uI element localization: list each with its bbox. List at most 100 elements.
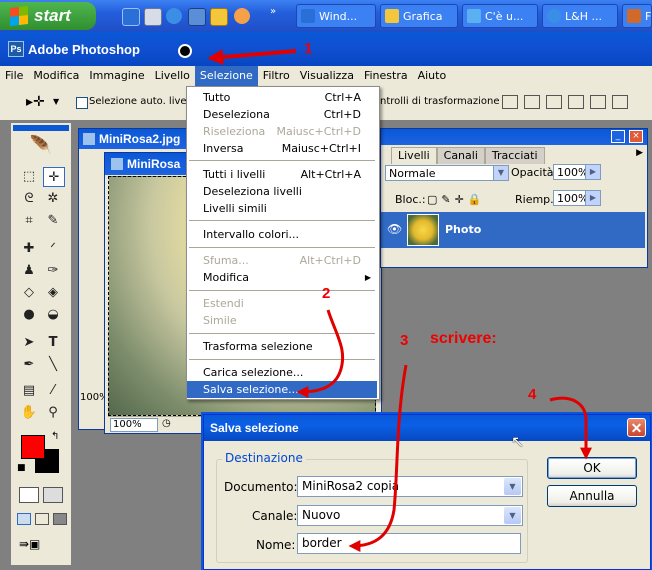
document-2-zoom[interactable]: 100% — [110, 418, 158, 432]
tool-preset-dropdown-icon[interactable]: ▼ — [53, 97, 59, 106]
align-left-icon[interactable] — [568, 95, 584, 109]
chevron-down-icon: ▼ — [493, 166, 508, 180]
paint-bucket-icon[interactable]: ◈ — [43, 283, 63, 301]
imageready-jump-icon[interactable]: ⇛▣ — [19, 537, 63, 553]
panel-menu-icon[interactable]: ▶ — [636, 148, 643, 158]
screen-mode-2-icon[interactable] — [35, 513, 49, 525]
auto-select-checkbox[interactable] — [76, 97, 88, 109]
menu-livello[interactable]: Livello — [150, 66, 195, 86]
align-bottom-icon[interactable] — [546, 95, 562, 109]
type-tool-icon[interactable]: T — [43, 333, 63, 351]
hand-tool-icon[interactable]: ✋ — [19, 403, 39, 421]
task-button-1[interactable]: Wind... — [296, 4, 376, 28]
swap-colors-icon[interactable]: ↰ — [51, 431, 59, 442]
menu-item-trasforma-selezione[interactable]: Trasforma selezione — [187, 338, 377, 355]
menu-item-deseleziona-livelli[interactable]: Deseleziona livelli — [187, 183, 377, 200]
task-button-4[interactable]: L&H ... — [542, 4, 618, 28]
show-desktop-icon[interactable] — [122, 8, 140, 26]
healing-brush-icon[interactable]: ✚ — [19, 239, 39, 257]
notes-tool-icon[interactable]: ▤ — [19, 381, 39, 399]
opacity-field[interactable]: 100% ▶ — [553, 164, 601, 180]
pen-tool-icon[interactable]: ✒ — [19, 355, 39, 373]
align-top-icon[interactable] — [502, 95, 518, 109]
folder-icon[interactable] — [210, 8, 228, 26]
menu-item-deseleziona[interactable]: Deseleziona Ctrl+D — [187, 106, 377, 123]
screen-mode-3-icon[interactable] — [53, 513, 67, 525]
magic-wand-tool-icon[interactable]: ✲ — [43, 189, 63, 207]
menu-item-livelli-simili[interactable]: Livelli simili — [187, 200, 377, 217]
document-icon[interactable] — [144, 8, 162, 26]
foreground-color-swatch[interactable] — [21, 435, 45, 459]
document-label: Documento: — [224, 480, 298, 494]
close-icon[interactable]: × — [629, 130, 643, 143]
fill-field[interactable]: 100% ▶ — [553, 190, 601, 206]
brush-tool-icon[interactable]: ᐟ — [43, 239, 63, 257]
eraser-tool-icon[interactable]: ◇ — [19, 283, 39, 301]
menu-aiuto[interactable]: Aiuto — [413, 66, 452, 86]
menu-immagine[interactable]: Immagine — [84, 66, 149, 86]
path-selection-icon[interactable]: ➤ — [19, 333, 39, 351]
annotation-step-1: 1 — [304, 40, 313, 57]
internet-explorer-icon[interactable] — [166, 8, 182, 24]
document-select[interactable]: MiniRosa2 copia ▼ — [297, 476, 523, 497]
name-input[interactable]: border — [297, 533, 521, 554]
menu-modifica[interactable]: Modifica — [28, 66, 84, 86]
menu-item-tutti-i-livelli[interactable]: Tutti i livelli Alt+Ctrl+A — [187, 166, 377, 183]
align-middle-icon[interactable] — [524, 95, 540, 109]
task-button-3[interactable]: C'è u... — [462, 4, 538, 28]
close-icon[interactable]: ✕ — [627, 418, 646, 437]
mouse-pointer-icon: ↖ — [511, 432, 525, 451]
task-button-2[interactable]: Grafica — [380, 4, 458, 28]
tab-tracciati[interactable]: Tracciati — [484, 147, 545, 164]
default-colors-icon[interactable]: ■ — [17, 463, 26, 473]
messenger-icon[interactable] — [234, 8, 250, 24]
chevron-icon[interactable]: » — [270, 6, 280, 26]
menu-visualizza[interactable]: Visualizza — [295, 66, 359, 86]
menu-selezione[interactable]: Selezione — [194, 66, 258, 86]
menu-item-inversa[interactable]: Inversa Maiusc+Ctrl+I — [187, 140, 377, 157]
standard-mode-icon[interactable] — [19, 487, 39, 503]
align-right-icon[interactable] — [612, 95, 628, 109]
crop-tool-icon[interactable]: ⌗ — [19, 211, 39, 229]
eye-icon[interactable]: 👁 — [387, 222, 402, 236]
lock-icons[interactable]: ▢✎✛🔒 — [427, 193, 487, 206]
move-tool-icon[interactable]: ✛ — [43, 167, 65, 187]
tab-livelli[interactable]: Livelli — [391, 147, 437, 164]
history-brush-icon[interactable]: ✑ — [43, 261, 63, 279]
slice-tool-icon[interactable]: ✎ — [43, 211, 63, 229]
layer-row-photo[interactable]: 👁 Photo — [381, 212, 645, 248]
name-label: Nome: — [256, 538, 296, 552]
task-button-5[interactable]: F — [622, 4, 652, 28]
menu-item-tutto[interactable]: Tutto Ctrl+A — [187, 89, 377, 106]
quick-mask-icon[interactable] — [43, 487, 63, 503]
start-button[interactable]: start — [0, 2, 96, 30]
fill-label: Riemp.: — [515, 193, 558, 206]
menu-item-salva-selezione[interactable]: Salva selezione... — [187, 381, 377, 398]
media-icon[interactable] — [188, 8, 206, 26]
menu-file[interactable]: File — [0, 66, 28, 86]
ok-button[interactable]: OK — [547, 457, 637, 479]
screen-mode-1-icon[interactable] — [17, 513, 31, 525]
dodge-tool-icon[interactable]: ◒ — [43, 305, 63, 323]
status-menu-icon[interactable]: ◷ — [162, 418, 174, 430]
tab-canali[interactable]: Canali — [436, 147, 485, 164]
menu-item-modifica[interactable]: Modifica ▶ — [187, 269, 377, 286]
eyedropper-icon[interactable]: ⁄ — [43, 381, 63, 399]
menu-item-carica-selezione[interactable]: Carica selezione... — [187, 364, 377, 381]
blur-tool-icon[interactable]: ● — [19, 305, 39, 323]
clone-stamp-icon[interactable]: ♟ — [19, 261, 39, 279]
align-center-icon[interactable] — [590, 95, 606, 109]
marquee-tool-icon[interactable]: ⬚ — [19, 167, 39, 185]
zoom-tool-icon[interactable]: ⚲ — [43, 403, 63, 421]
line-tool-icon[interactable]: ╲ — [43, 355, 63, 373]
blend-mode-select[interactable]: Normale ▼ — [385, 165, 509, 181]
minimize-icon[interactable]: _ — [611, 130, 625, 143]
lasso-tool-icon[interactable]: ᘓ — [19, 189, 39, 207]
cancel-button[interactable]: Annulla — [547, 485, 637, 507]
menu-item-intervallo-colori[interactable]: Intervallo colori... — [187, 226, 377, 243]
menu-separator — [189, 359, 375, 360]
move-tool-icon[interactable]: ▸✛ — [26, 94, 45, 110]
menu-finestra[interactable]: Finestra — [359, 66, 413, 86]
channel-select[interactable]: Nuovo ▼ — [297, 505, 523, 526]
menu-filtro[interactable]: Filtro — [258, 66, 295, 86]
